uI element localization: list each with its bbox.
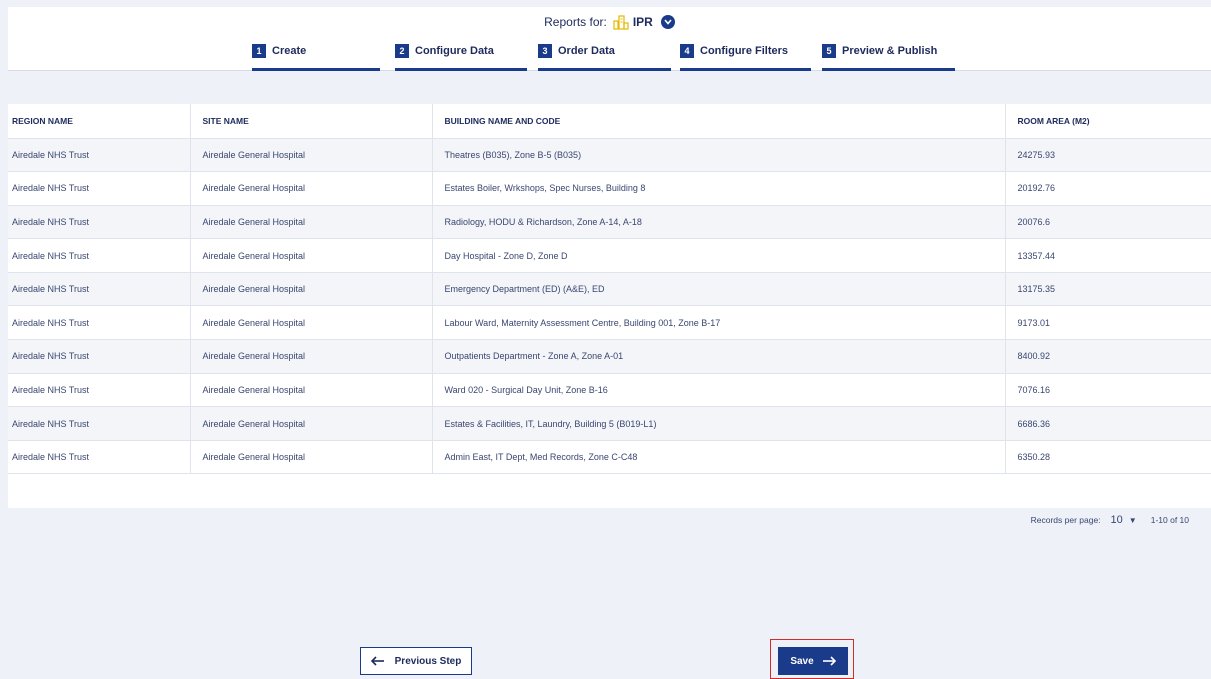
step-number: 5	[822, 44, 836, 58]
cell-room-area: 20192.76	[1005, 171, 1211, 206]
step-number: 3	[538, 44, 552, 58]
step-order-data[interactable]: 3 Order Data	[538, 43, 671, 71]
cell-building: Admin East, IT Dept, Med Records, Zone C…	[432, 440, 1006, 475]
step-configure-data[interactable]: 2 Configure Data	[395, 43, 527, 71]
chevron-down-icon[interactable]	[660, 15, 675, 29]
cell-building: Estates & Facilities, IT, Laundry, Build…	[432, 406, 1006, 441]
step-create[interactable]: 1 Create	[252, 43, 380, 71]
cell-site: Airedale General Hospital	[190, 272, 433, 307]
previous-step-button[interactable]: Previous Step	[360, 647, 472, 675]
step-preview-publish[interactable]: 5 Preview & Publish	[822, 43, 955, 71]
save-label: Save	[790, 655, 814, 667]
arrow-right-icon	[822, 656, 836, 666]
cell-site: Airedale General Hospital	[190, 238, 433, 273]
wizard-steps: 1 Create 2 Configure Data 3 Order Data 4…	[8, 43, 1211, 71]
cell-region: Airedale NHS Trust	[8, 373, 191, 408]
save-button[interactable]: Save	[778, 647, 848, 675]
step-label: Configure Data	[415, 45, 494, 57]
arrow-left-icon	[370, 656, 385, 666]
column-header-site-name[interactable]: SITE NAME	[190, 104, 433, 139]
reports-for-label: Reports for:	[544, 15, 607, 29]
step-configure-filters[interactable]: 4 Configure Filters	[680, 43, 811, 71]
table-row: Airedale NHS Trust Airedale General Hosp…	[8, 305, 1211, 341]
cell-building: Theatres (B035), Zone B-5 (B035)	[432, 138, 1006, 173]
cell-region: Airedale NHS Trust	[8, 339, 191, 374]
cell-region: Airedale NHS Trust	[8, 305, 191, 341]
records-per-page-label: Records per page:	[1030, 515, 1101, 525]
cell-building: Estates Boiler, Wrkshops, Spec Nurses, B…	[432, 171, 1006, 206]
step-label: Preview & Publish	[842, 45, 938, 57]
cell-site: Airedale General Hospital	[190, 205, 433, 240]
step-label: Order Data	[558, 45, 615, 57]
cell-site: Airedale General Hospital	[190, 373, 433, 408]
cell-site: Airedale General Hospital	[190, 339, 433, 374]
cell-room-area: 6686.36	[1005, 406, 1211, 441]
cell-site: Airedale General Hospital	[190, 305, 433, 341]
step-label: Configure Filters	[700, 45, 789, 57]
cell-region: Airedale NHS Trust	[8, 205, 191, 240]
cell-room-area: 24275.93	[1005, 138, 1211, 173]
cell-building: Outpatients Department - Zone A, Zone A-…	[432, 339, 1006, 374]
table-row: Airedale NHS Trust Airedale General Hosp…	[8, 171, 1211, 206]
step-number: 2	[395, 44, 409, 58]
selected-org[interactable]: IPR	[633, 15, 653, 29]
pagination: Records per page: 10 ▼ 1-10 of 10	[1031, 514, 1189, 526]
cell-room-area: 20076.6	[1005, 205, 1211, 240]
cell-building: Ward 020 - Surgical Day Unit, Zone B-16	[432, 373, 1006, 408]
cell-room-area: 13175.35	[1005, 272, 1211, 307]
cell-building: Radiology, HODU & Richardson, Zone A-14,…	[432, 205, 1006, 240]
table-row: Airedale NHS Trust Airedale General Hosp…	[8, 205, 1211, 240]
table-row: Airedale NHS Trust Airedale General Hosp…	[8, 238, 1211, 273]
column-header-room-area[interactable]: ROOM AREA (M2)	[1005, 104, 1211, 139]
cell-room-area: 7076.16	[1005, 373, 1211, 408]
cell-site: Airedale General Hospital	[190, 440, 433, 475]
report-table: REGION NAME SITE NAME BUILDING NAME AND …	[8, 104, 1211, 475]
cell-building: Emergency Department (ED) (A&E), ED	[432, 272, 1006, 307]
reports-for-selector[interactable]: Reports for: IPR	[8, 11, 1211, 33]
step-label: Create	[272, 45, 307, 57]
table-row: Airedale NHS Trust Airedale General Hosp…	[8, 440, 1211, 475]
buildings-icon	[613, 14, 629, 30]
cell-region: Airedale NHS Trust	[8, 238, 191, 273]
table-row: Airedale NHS Trust Airedale General Hosp…	[8, 138, 1211, 173]
cell-region: Airedale NHS Trust	[8, 406, 191, 441]
column-header-region-name[interactable]: REGION NAME	[8, 104, 191, 139]
report-builder-header: Reports for: IPR 1 Create 2 Configure Da…	[8, 7, 1211, 71]
cell-room-area: 13357.44	[1005, 238, 1211, 273]
step-number: 4	[680, 44, 694, 58]
cell-site: Airedale General Hospital	[190, 171, 433, 206]
records-per-page-select[interactable]: 10	[1111, 514, 1123, 526]
cell-region: Airedale NHS Trust	[8, 440, 191, 475]
cell-region: Airedale NHS Trust	[8, 171, 191, 206]
column-header-building-name[interactable]: BUILDING NAME AND CODE	[432, 104, 1006, 139]
page-range-text: 1-10 of 10	[1150, 515, 1189, 525]
previous-step-label: Previous Step	[394, 655, 462, 667]
cell-room-area: 6350.28	[1005, 440, 1211, 475]
report-preview-panel: REGION NAME SITE NAME BUILDING NAME AND …	[8, 104, 1211, 526]
cell-site: Airedale General Hospital	[190, 406, 433, 441]
cell-site: Airedale General Hospital	[190, 138, 433, 173]
cell-region: Airedale NHS Trust	[8, 272, 191, 307]
cell-room-area: 8400.92	[1005, 339, 1211, 374]
cell-room-area: 9173.01	[1005, 305, 1211, 341]
cell-building: Day Hospital - Zone D, Zone D	[432, 238, 1006, 273]
cell-region: Airedale NHS Trust	[8, 138, 191, 173]
table-row: Airedale NHS Trust Airedale General Hosp…	[8, 272, 1211, 307]
table-row: Airedale NHS Trust Airedale General Hosp…	[8, 373, 1211, 408]
cell-building: Labour Ward, Maternity Assessment Centre…	[432, 305, 1006, 341]
step-number: 1	[252, 44, 266, 58]
table-header-row: REGION NAME SITE NAME BUILDING NAME AND …	[8, 104, 1211, 139]
table-row: Airedale NHS Trust Airedale General Hosp…	[8, 406, 1211, 441]
caret-down-icon[interactable]: ▼	[1129, 516, 1137, 525]
table-row: Airedale NHS Trust Airedale General Hosp…	[8, 339, 1211, 374]
